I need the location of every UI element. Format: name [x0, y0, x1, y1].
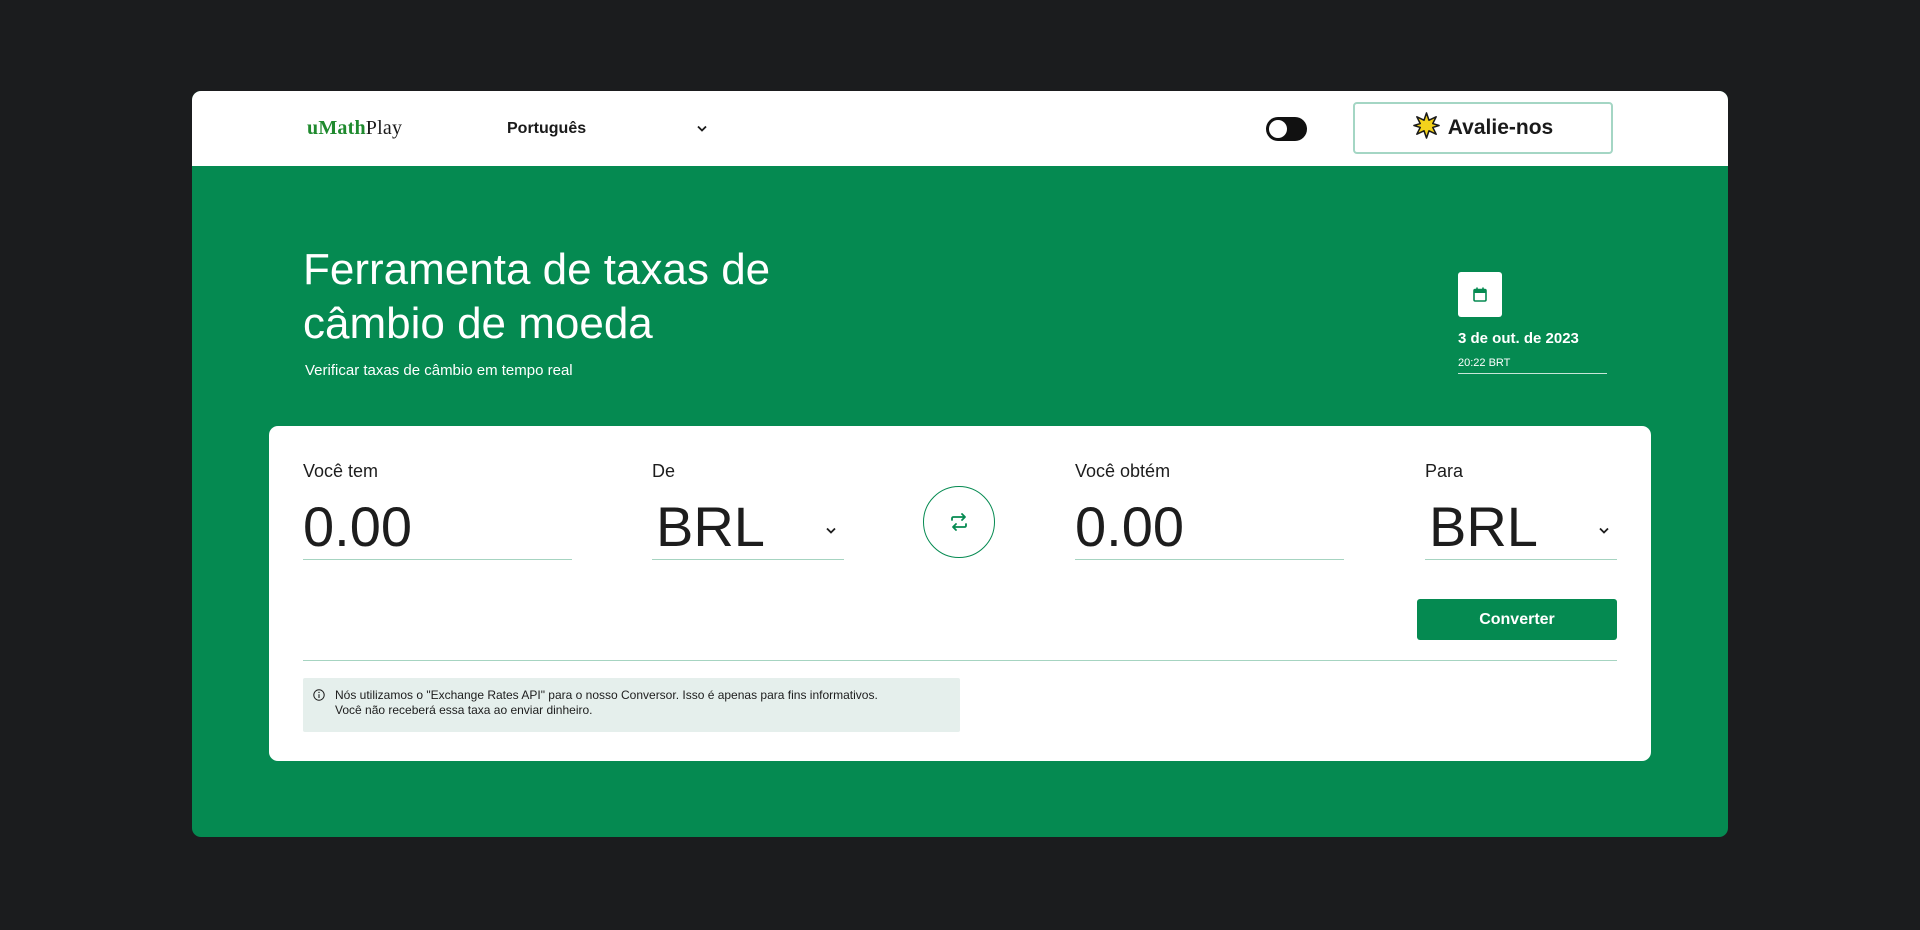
you-have-label: Você tem	[303, 461, 379, 481]
you-have-input[interactable]: 0.00	[303, 494, 572, 560]
info-note-line2: Você não receberá essa taxa ao enviar di…	[335, 703, 593, 717]
swap-icon	[951, 513, 967, 531]
from-label: De	[652, 461, 676, 481]
app-card: uMathPlay Português Avalie-nos Ferrament…	[192, 91, 1728, 837]
from-currency-select[interactable]: BRL	[652, 494, 844, 560]
logo[interactable]: uMathPlay	[307, 117, 402, 140]
from-currency-value: BRL	[656, 495, 765, 558]
swap-currencies-button[interactable]	[923, 486, 995, 558]
divider	[303, 660, 1617, 661]
to-currency-value: BRL	[1429, 495, 1538, 558]
you-get-label: Você obtém	[1075, 461, 1171, 481]
to-label: Para	[1425, 461, 1464, 481]
page-title-line2: câmbio de moeda	[303, 299, 653, 348]
info-icon	[313, 689, 325, 701]
language-select-value: Português	[507, 120, 587, 137]
calendar-icon	[1473, 287, 1487, 302]
you-get-input[interactable]: 0.00	[1075, 494, 1344, 560]
calendar-button[interactable]	[1458, 272, 1502, 317]
convert-button[interactable]: Converter	[1417, 599, 1617, 640]
top-navbar: uMathPlay Português Avalie-nos	[192, 91, 1728, 166]
chevron-down-icon	[826, 496, 836, 562]
chevron-down-icon	[1599, 496, 1609, 562]
converter-panel: Você tem 0.00 De BRL Você obtém 0.00 Par…	[269, 426, 1651, 761]
to-currency-select[interactable]: BRL	[1425, 494, 1617, 560]
logo-part-umath: uMath	[307, 117, 366, 139]
star-badge-icon	[1412, 111, 1440, 145]
language-select[interactable]: Português	[507, 118, 707, 140]
page-subtitle: Verificar taxas de câmbio em tempo real	[305, 362, 573, 379]
toggle-knob	[1269, 120, 1287, 138]
chevron-down-icon	[697, 121, 707, 135]
info-note-line1: Nós utilizamos o "Exchange Rates API" pa…	[335, 688, 878, 702]
logo-part-play: Play	[365, 117, 403, 139]
theme-toggle[interactable]	[1266, 117, 1307, 141]
current-time: 20:22 BRT	[1458, 357, 1607, 374]
current-date: 3 de out. de 2023	[1458, 330, 1579, 347]
rate-us-button[interactable]: Avalie-nos	[1353, 102, 1613, 154]
rate-us-label: Avalie-nos	[1447, 116, 1554, 139]
page-title: Ferramenta de taxas de câmbio de moeda	[303, 243, 863, 351]
info-note: Nós utilizamos o "Exchange Rates API" pa…	[303, 678, 960, 732]
page-title-line1: Ferramenta de taxas de	[303, 245, 771, 294]
